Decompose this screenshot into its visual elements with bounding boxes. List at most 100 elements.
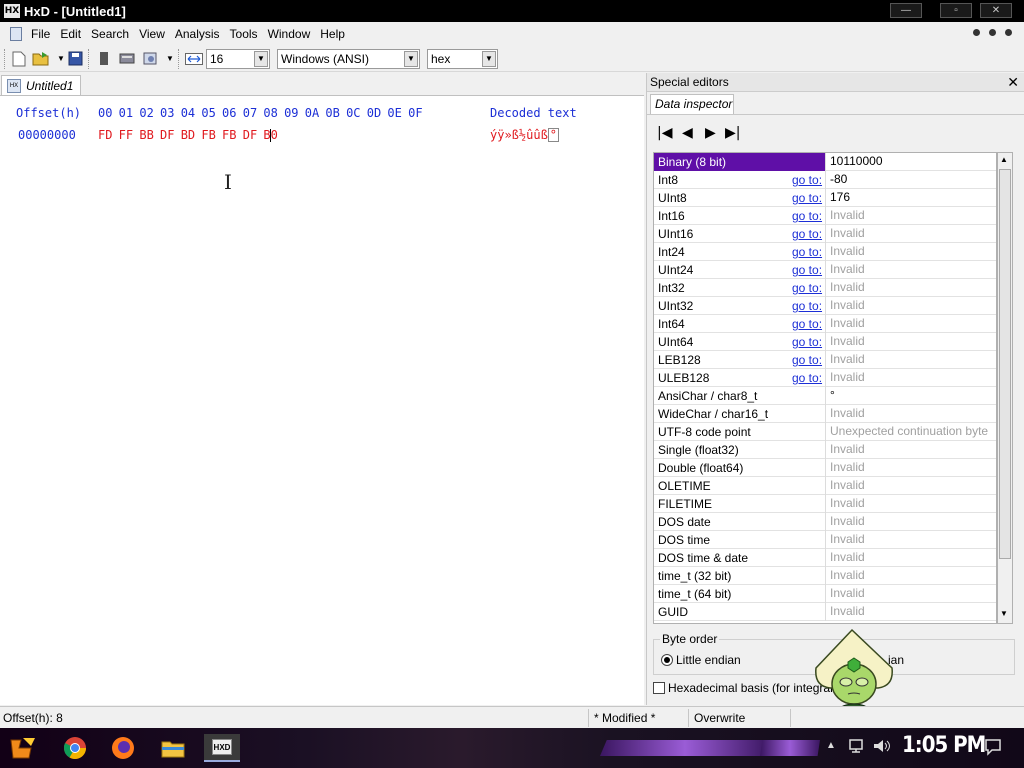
inspector-value[interactable]: Invalid	[825, 279, 996, 297]
close-window-button[interactable]: ✕	[980, 3, 1012, 18]
scroll-thumb[interactable]	[999, 169, 1011, 559]
first-icon[interactable]: |◀	[657, 125, 672, 141]
disk-editor-icon[interactable]	[118, 50, 136, 67]
menu-help[interactable]: Help	[315, 27, 350, 41]
inspector-value[interactable]: Invalid	[825, 603, 996, 621]
goto-link[interactable]: go to:	[792, 209, 822, 223]
start-button-icon[interactable]	[8, 734, 38, 762]
inspector-value[interactable]: Invalid	[825, 261, 996, 279]
goto-link[interactable]: go to:	[792, 281, 822, 295]
inspector-row[interactable]: time_t (64 bit) Invalid	[654, 585, 996, 603]
inspector-row[interactable]: OLETIME Invalid	[654, 477, 996, 495]
inspector-row[interactable]: Int24 go to: Invalid	[654, 243, 996, 261]
hex-bytes[interactable]: FD FF BB DF BD FB FB DF B0	[98, 128, 278, 142]
firefox-icon[interactable]	[108, 734, 138, 762]
inspector-value[interactable]: Invalid	[825, 585, 996, 603]
scroll-up-icon[interactable]: ▲	[1000, 155, 1008, 164]
goto-link[interactable]: go to:	[792, 227, 822, 241]
close-file-icon[interactable]	[95, 50, 113, 67]
data-inspector-grid[interactable]: Binary (8 bit) 10110000 Int8 go to: -80 UInt8…	[653, 152, 997, 624]
inspector-row[interactable]: UInt16 go to: Invalid	[654, 225, 996, 243]
inspector-row[interactable]: FILETIME Invalid	[654, 495, 996, 513]
close-panel-icon[interactable]: ✕	[1007, 74, 1019, 91]
menu-analysis[interactable]: Analysis	[170, 27, 225, 41]
inspector-row[interactable]: UInt24 go to: Invalid	[654, 261, 996, 279]
hex-editor[interactable]: Offset(h) 00 01 02 03 04 05 06 07 08 09 …	[0, 95, 644, 705]
hex-basis-checkbox[interactable]	[653, 682, 665, 694]
inspector-value[interactable]: Invalid	[825, 459, 996, 477]
inspector-row[interactable]: DOS time Invalid	[654, 531, 996, 549]
tab-untitled1[interactable]: HX Untitled1	[1, 75, 81, 95]
scroll-down-icon[interactable]: ▼	[1000, 609, 1008, 618]
offset-base-select[interactable]: hex ▼	[427, 49, 498, 69]
inspector-row[interactable]: DOS date Invalid	[654, 513, 996, 531]
inspector-row[interactable]: LEB128 go to: Invalid	[654, 351, 996, 369]
inspector-value[interactable]: -80	[825, 171, 996, 189]
goto-link[interactable]: go to:	[792, 263, 822, 277]
inspector-row[interactable]: time_t (32 bit) Invalid	[654, 567, 996, 585]
inspector-value[interactable]: Invalid	[825, 333, 996, 351]
ram-dropdown-arrow-icon[interactable]: ▼	[161, 50, 179, 67]
menu-tools[interactable]: Tools	[225, 27, 263, 41]
inspector-value[interactable]: Invalid	[825, 477, 996, 495]
inspector-row[interactable]: Single (float32) Invalid	[654, 441, 996, 459]
menu-file[interactable]: File	[26, 27, 55, 41]
inspector-value[interactable]: Invalid	[825, 405, 996, 423]
status-mode[interactable]: Overwrite	[694, 711, 745, 725]
menu-edit[interactable]: Edit	[55, 27, 86, 41]
document-system-icon[interactable]	[10, 27, 22, 41]
network-icon[interactable]	[847, 738, 865, 757]
inspector-value[interactable]: Invalid	[825, 351, 996, 369]
inspector-row[interactable]: UInt64 go to: Invalid	[654, 333, 996, 351]
goto-link[interactable]: go to:	[792, 371, 822, 385]
goto-link[interactable]: go to:	[792, 173, 822, 187]
inspector-value[interactable]: Invalid	[825, 513, 996, 531]
chrome-icon[interactable]	[60, 734, 90, 762]
inspector-row[interactable]: UInt32 go to: Invalid	[654, 297, 996, 315]
file-explorer-icon[interactable]	[158, 734, 188, 762]
inspector-value[interactable]: Unexpected continuation byte	[825, 423, 996, 441]
inspector-value[interactable]: Invalid	[825, 567, 996, 585]
inspector-value[interactable]: Invalid	[825, 297, 996, 315]
menu-search[interactable]: Search	[86, 27, 134, 41]
inspector-value[interactable]: Invalid	[825, 207, 996, 225]
taskbar-clock[interactable]: 1:05 PM	[902, 733, 986, 758]
maximize-button[interactable]: ▫	[940, 3, 972, 18]
menu-window[interactable]: Window	[263, 27, 316, 41]
tab-data-inspector[interactable]: Data inspector	[650, 94, 734, 114]
notifications-icon[interactable]	[984, 738, 1002, 759]
minimize-button[interactable]: —	[890, 3, 922, 18]
decoded-text[interactable]: ýÿ»ß½ûûß °	[490, 128, 560, 142]
inspector-row[interactable]: Int32 go to: Invalid	[654, 279, 996, 297]
previous-icon[interactable]: ◀	[682, 125, 693, 141]
inspector-row[interactable]: Int64 go to: Invalid	[654, 315, 996, 333]
inspector-row[interactable]: GUID Invalid	[654, 603, 996, 621]
inspector-row[interactable]: ULEB128 go to: Invalid	[654, 369, 996, 387]
inspector-row[interactable]: AnsiChar / char8_t °	[654, 387, 996, 405]
goto-link[interactable]: go to:	[792, 317, 822, 331]
little-endian-radio[interactable]	[661, 654, 673, 666]
inspector-value[interactable]: 176	[825, 189, 996, 207]
inspector-value[interactable]: Invalid	[825, 495, 996, 513]
inspector-scrollbar[interactable]: ▲ ▼	[997, 152, 1013, 624]
inspector-row[interactable]: WideChar / char16_t Invalid	[654, 405, 996, 423]
inspector-value[interactable]: Invalid	[825, 369, 996, 387]
last-icon[interactable]: ▶|	[725, 125, 740, 141]
inspector-value[interactable]: Invalid	[825, 225, 996, 243]
open-folder-icon[interactable]	[32, 50, 50, 67]
goto-link[interactable]: go to:	[792, 335, 822, 349]
goto-link[interactable]: go to:	[792, 299, 822, 313]
charset-select[interactable]: Windows (ANSI) ▼	[277, 49, 420, 69]
goto-link[interactable]: go to:	[792, 245, 822, 259]
inspector-value[interactable]: Invalid	[825, 549, 996, 567]
inspector-row[interactable]: UTF-8 code point Unexpected continuation …	[654, 423, 996, 441]
mdi-window-buttons[interactable]	[973, 29, 1012, 36]
tray-chevron-up-icon[interactable]: ▲	[826, 740, 836, 751]
inspector-value[interactable]: Invalid	[825, 243, 996, 261]
goto-link[interactable]: go to:	[792, 191, 822, 205]
next-icon[interactable]: ▶	[705, 125, 716, 141]
menu-view[interactable]: View	[134, 27, 170, 41]
inspector-row[interactable]: Binary (8 bit) 10110000	[654, 153, 996, 171]
inspector-value[interactable]: °	[825, 387, 996, 405]
inspector-row[interactable]: Int16 go to: Invalid	[654, 207, 996, 225]
